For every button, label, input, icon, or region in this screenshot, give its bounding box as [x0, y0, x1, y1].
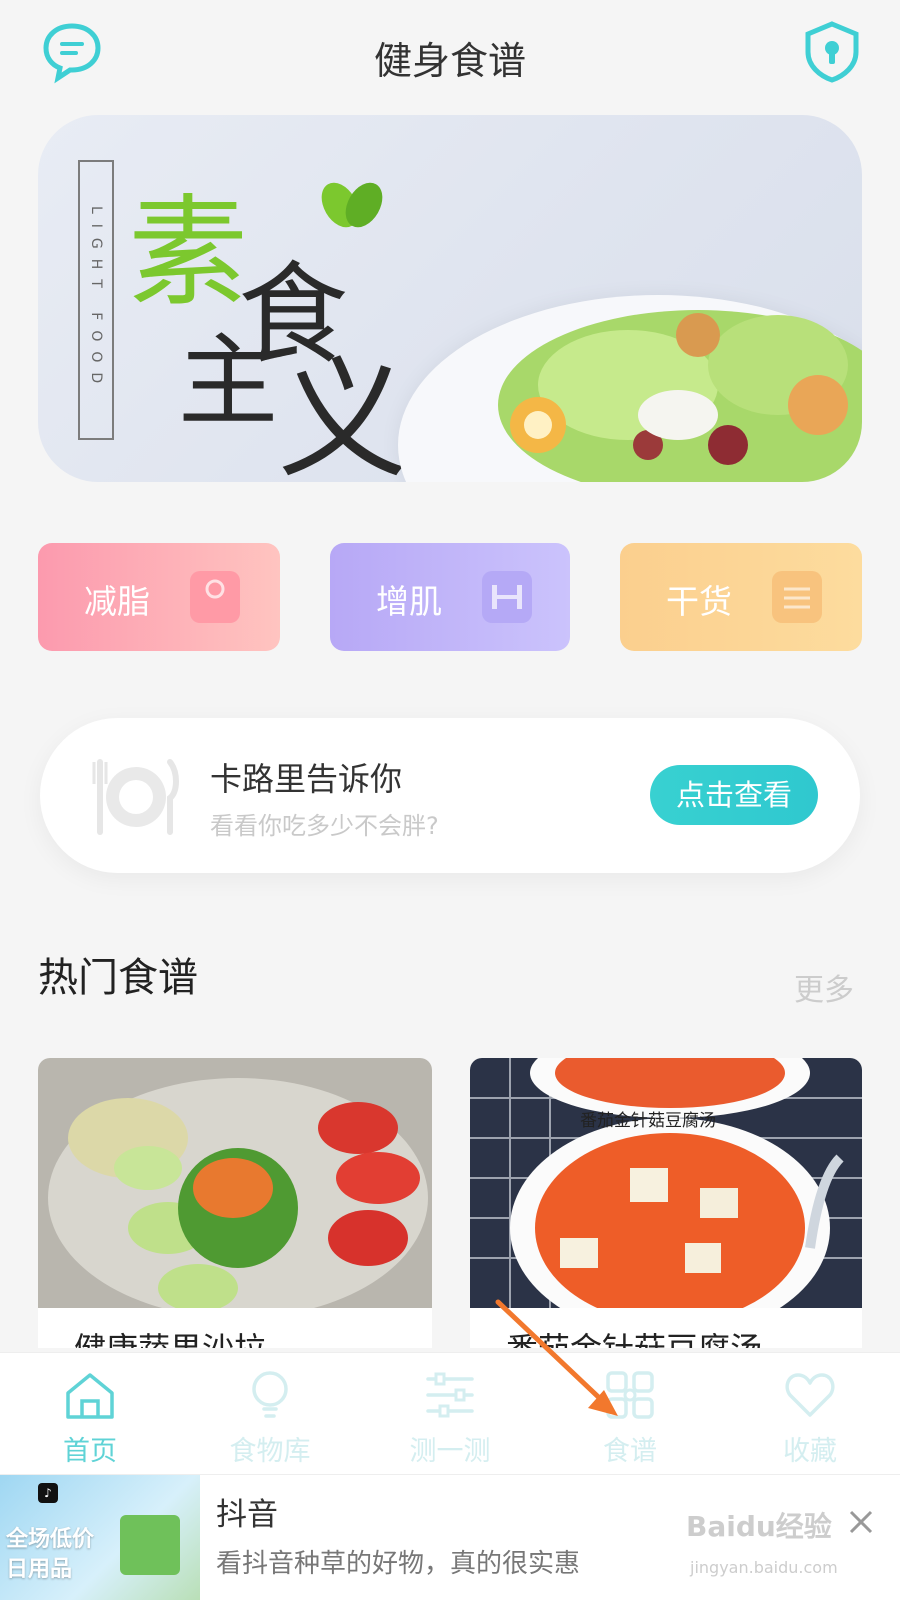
category-fat-loss-button[interactable]: 减脂 [38, 543, 280, 651]
bottom-navigation: 首页 食物库 测一测 食谱 收藏 [0, 1352, 900, 1474]
ad-image: ♪ 全场低价 日用品 [0, 1475, 200, 1600]
tiktok-icon: ♪ [38, 1483, 58, 1503]
nav-label: 测一测 [409, 1436, 491, 1467]
lightbulb-icon [252, 1371, 288, 1418]
nav-label: 收藏 [783, 1436, 837, 1467]
nav-label: 食谱 [603, 1436, 657, 1467]
top-bar: 健身食谱 [0, 0, 900, 110]
nav-label: 首页 [63, 1436, 117, 1467]
banner-char: 义 [278, 344, 409, 482]
nav-item-favorites[interactable]: 收藏 [740, 1367, 880, 1467]
salad-plate-image [398, 295, 862, 482]
ad-description: 看抖音种草的好物，真的很实惠 [216, 1549, 581, 1579]
category-label: 干货 [666, 582, 732, 621]
category-tips-button[interactable]: 干货 [620, 543, 862, 651]
ad-image-text: 全场低价 [6, 1527, 95, 1552]
annotation-arrow [495, 1299, 618, 1416]
scale-icon [190, 571, 240, 623]
banner-char: 主 [178, 323, 278, 440]
category-muscle-button[interactable]: 增肌 [330, 543, 570, 651]
leaf-icon [321, 182, 383, 228]
watermark-url: jingyan.baidu.com [690, 1558, 838, 1577]
hero-banner[interactable]: LIGHT FOOD 素 食 主 义 [38, 115, 862, 482]
product-image [120, 1515, 180, 1575]
recipe-image [38, 1058, 432, 1318]
calorie-card-subtitle: 看看你吃多少不会胖? [210, 812, 439, 840]
nav-label: 食物库 [229, 1436, 311, 1467]
view-calorie-button[interactable]: 点击查看 [650, 765, 818, 825]
calorie-card[interactable]: 卡路里告诉你 看看你吃多少不会胖? 点击查看 [40, 718, 860, 873]
more-link[interactable]: 更多 [794, 965, 854, 1009]
plate-utensils-icon [90, 752, 180, 842]
heart-icon [785, 1373, 835, 1417]
recipe-image: 番茄金针菇豆腐汤 [470, 1058, 862, 1338]
category-label: 增肌 [376, 582, 442, 621]
calorie-card-title: 卡路里告诉你 [210, 760, 403, 798]
recipe-image-overlay: 番茄金针菇豆腐汤 [580, 1111, 716, 1131]
section-title: 热门食谱 [38, 955, 198, 1001]
ad-image-text: 日用品 [6, 1557, 73, 1582]
recipe-card[interactable]: 健康蔬果沙拉 [38, 1058, 432, 1348]
banner-vertical-tag: LIGHT FOOD [78, 160, 114, 440]
page-title: 健身食谱 [373, 39, 526, 83]
category-label: 减脂 [84, 582, 150, 621]
close-icon[interactable] [846, 1507, 876, 1537]
shield-lock-icon[interactable] [800, 20, 864, 84]
recipe-caption: 健康蔬果沙拉 [74, 1324, 266, 1348]
dumbbell-icon [482, 571, 532, 623]
clipboard-icon [772, 571, 822, 623]
ad-title: 抖音 [216, 1497, 278, 1533]
sliders-icon [426, 1372, 474, 1418]
nav-item-food-library[interactable]: 食物库 [200, 1367, 340, 1467]
home-icon [66, 1373, 114, 1419]
nav-item-home[interactable]: 首页 [20, 1367, 160, 1467]
watermark: Baidu经验 [686, 1510, 832, 1543]
